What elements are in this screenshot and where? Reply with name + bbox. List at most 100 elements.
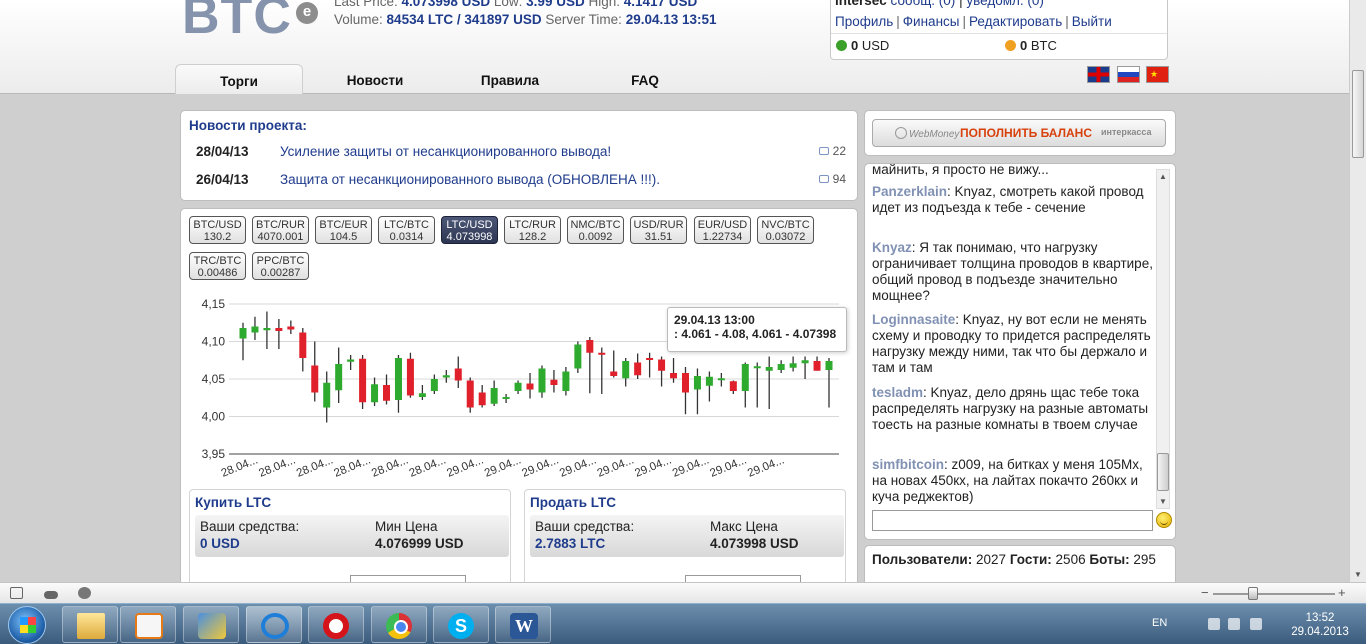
pair-button[interactable]: USD/RUR 31.51 — [630, 216, 687, 244]
tray-arrow-icon[interactable] — [1208, 618, 1220, 630]
clock-date: 29.04.2013 — [1291, 626, 1349, 638]
pair-button[interactable]: PPC/BTC 0.00287 — [252, 252, 309, 280]
pair-button[interactable]: NMC/BTC 0.0092 — [567, 216, 624, 244]
server-time-label: Server Time: — [545, 12, 622, 27]
candle-body — [275, 328, 283, 331]
chat-nick[interactable]: Loginnasaite — [872, 312, 955, 327]
speed-dial-icon[interactable] — [78, 587, 91, 599]
smile-icon[interactable] — [1156, 512, 1172, 528]
candle-body — [383, 385, 391, 401]
language-indicator[interactable]: EN — [1152, 617, 1167, 629]
scroll-up-icon[interactable]: ▲ — [1159, 172, 1167, 181]
finance-link[interactable]: Финансы — [903, 14, 960, 29]
username: intersec — [835, 0, 887, 8]
edit-link[interactable]: Редактировать — [969, 14, 1062, 29]
pair-button[interactable]: LTC/BTC 0.0314 — [378, 216, 435, 244]
pair-name: NVC/BTC — [761, 219, 810, 231]
link-separator: | — [896, 14, 900, 29]
profile-link[interactable]: Профиль — [835, 14, 893, 29]
pair-button[interactable]: BTC/EUR 104.5 — [315, 216, 372, 244]
zoom-out-icon[interactable]: − — [1201, 585, 1209, 600]
scroll-down-icon[interactable]: ▼ — [1159, 497, 1167, 506]
system-clock[interactable]: 13:52 29.04.2013 — [1282, 611, 1358, 639]
ie-task[interactable] — [246, 606, 302, 643]
messages-link[interactable]: сообщ. (0) — [891, 0, 956, 8]
x-tick-label: 29.04... — [520, 454, 560, 480]
candle-body — [514, 382, 522, 391]
news-comments[interactable]: 22 — [818, 144, 846, 158]
opera-task[interactable] — [308, 606, 364, 643]
network-icon[interactable] — [1228, 618, 1240, 630]
pair-button[interactable]: TRC/BTC 0.00486 — [189, 252, 246, 280]
volume-stats: Volume: 84534 LTC / 341897 USD Server Ti… — [334, 12, 717, 27]
candle-body — [562, 371, 570, 391]
notifications-link[interactable]: уведомл. (0) — [966, 0, 1044, 8]
zoom-slider[interactable] — [1213, 593, 1335, 595]
btc-amount: 0 — [1020, 38, 1028, 53]
scroll-down-icon[interactable]: ▼ — [1354, 570, 1362, 579]
pair-button[interactable]: BTC/RUR 4070.001 — [252, 216, 309, 244]
logout-link[interactable]: Выйти — [1072, 14, 1112, 29]
tab-faq[interactable]: FAQ — [605, 64, 685, 94]
page-scrollbar[interactable]: ▼ — [1349, 0, 1366, 582]
cloud-icon[interactable] — [44, 591, 58, 599]
media-player-task[interactable] — [120, 606, 176, 643]
comment-count: 94 — [832, 172, 846, 186]
chat-scroll-thumb[interactable] — [1157, 453, 1169, 491]
bots-label: Боты: — [1089, 552, 1130, 567]
explorer-task[interactable] — [62, 606, 118, 643]
site-header: BTC e Last Price: 4.073998 USD Low: 3.99… — [0, 0, 1366, 94]
candle-body — [430, 379, 438, 391]
tools-icon — [198, 613, 226, 639]
pair-price: 0.0314 — [389, 231, 424, 243]
candle-body — [753, 366, 761, 369]
pair-button[interactable]: LTC/USD 4.073998 — [441, 216, 498, 244]
page-scroll-thumb[interactable] — [1352, 70, 1364, 158]
zoom-in-icon[interactable]: + — [1338, 585, 1346, 600]
pair-button[interactable]: EUR/USD 1.22734 — [694, 216, 751, 244]
pair-button[interactable]: BTC/USD 130.2 — [189, 216, 246, 244]
usd-balance: 0 USD — [836, 38, 889, 53]
start-button[interactable] — [8, 606, 46, 644]
buy-funds[interactable]: 0 USD — [200, 536, 240, 551]
page-icon[interactable] — [10, 587, 23, 599]
pair-button[interactable]: NVC/BTC 0.03072 — [757, 216, 814, 244]
chat-message: simfbitcoin: z009, на битках у меня 105М… — [872, 457, 1154, 505]
news-link[interactable]: Защита от несанкционированного вывода (О… — [280, 172, 660, 187]
chat-input[interactable] — [872, 510, 1153, 531]
pair-button[interactable]: LTC/RUR 128.2 — [504, 216, 561, 244]
tab-news[interactable]: Новости — [325, 64, 425, 94]
skype-task[interactable]: S — [433, 606, 489, 643]
sell-price[interactable]: 4.073998 USD — [710, 536, 799, 551]
tools-task[interactable] — [183, 606, 239, 643]
flag-ru-icon[interactable] — [1117, 66, 1140, 83]
volume-value: 84534 LTC / 341897 USD — [386, 12, 542, 27]
news-comments[interactable]: 94 — [818, 172, 846, 186]
x-tick-label: 29.04... — [633, 454, 673, 480]
site-logo[interactable]: BTC — [182, 0, 292, 46]
chat-nick[interactable]: tesladm — [872, 385, 923, 400]
news-link[interactable]: Усиление защиты от несанкционированного … — [280, 144, 611, 159]
pair-price: 0.00287 — [260, 267, 301, 279]
volume-icon[interactable] — [1250, 618, 1262, 630]
zoom-slider-thumb[interactable] — [1248, 587, 1258, 600]
chrome-task[interactable] — [371, 606, 427, 643]
user-links: Профиль | Финансы | Редактировать | Выйти — [835, 14, 1112, 29]
tab-rules[interactable]: Правила — [465, 64, 555, 94]
flag-cn-icon[interactable]: ★ — [1146, 66, 1169, 83]
last-price-value: 4.073998 USD — [401, 0, 491, 9]
buy-price[interactable]: 4.076999 USD — [375, 536, 464, 551]
chat-nick[interactable]: simfbitcoin — [872, 457, 944, 472]
chat-nick[interactable]: Knyaz — [872, 240, 912, 255]
pair-name: NMC/BTC — [570, 219, 621, 231]
top-up-button[interactable]: WebMoney ПОПОЛНИТЬ БАЛАНС интеркасса — [872, 119, 1166, 147]
sell-funds[interactable]: 2.7883 LTC — [535, 536, 605, 551]
word-task[interactable]: W — [495, 606, 551, 643]
tab-trade[interactable]: Торги — [175, 64, 303, 94]
chat-nick[interactable]: Panzerklain — [872, 184, 947, 199]
candle-body — [705, 376, 713, 386]
flag-uk-icon[interactable] — [1087, 66, 1110, 83]
candle-body — [634, 362, 642, 376]
y-tick-label: 4,15 — [202, 297, 226, 311]
chat-scrollbar[interactable]: ▲ ▼ — [1156, 169, 1170, 509]
